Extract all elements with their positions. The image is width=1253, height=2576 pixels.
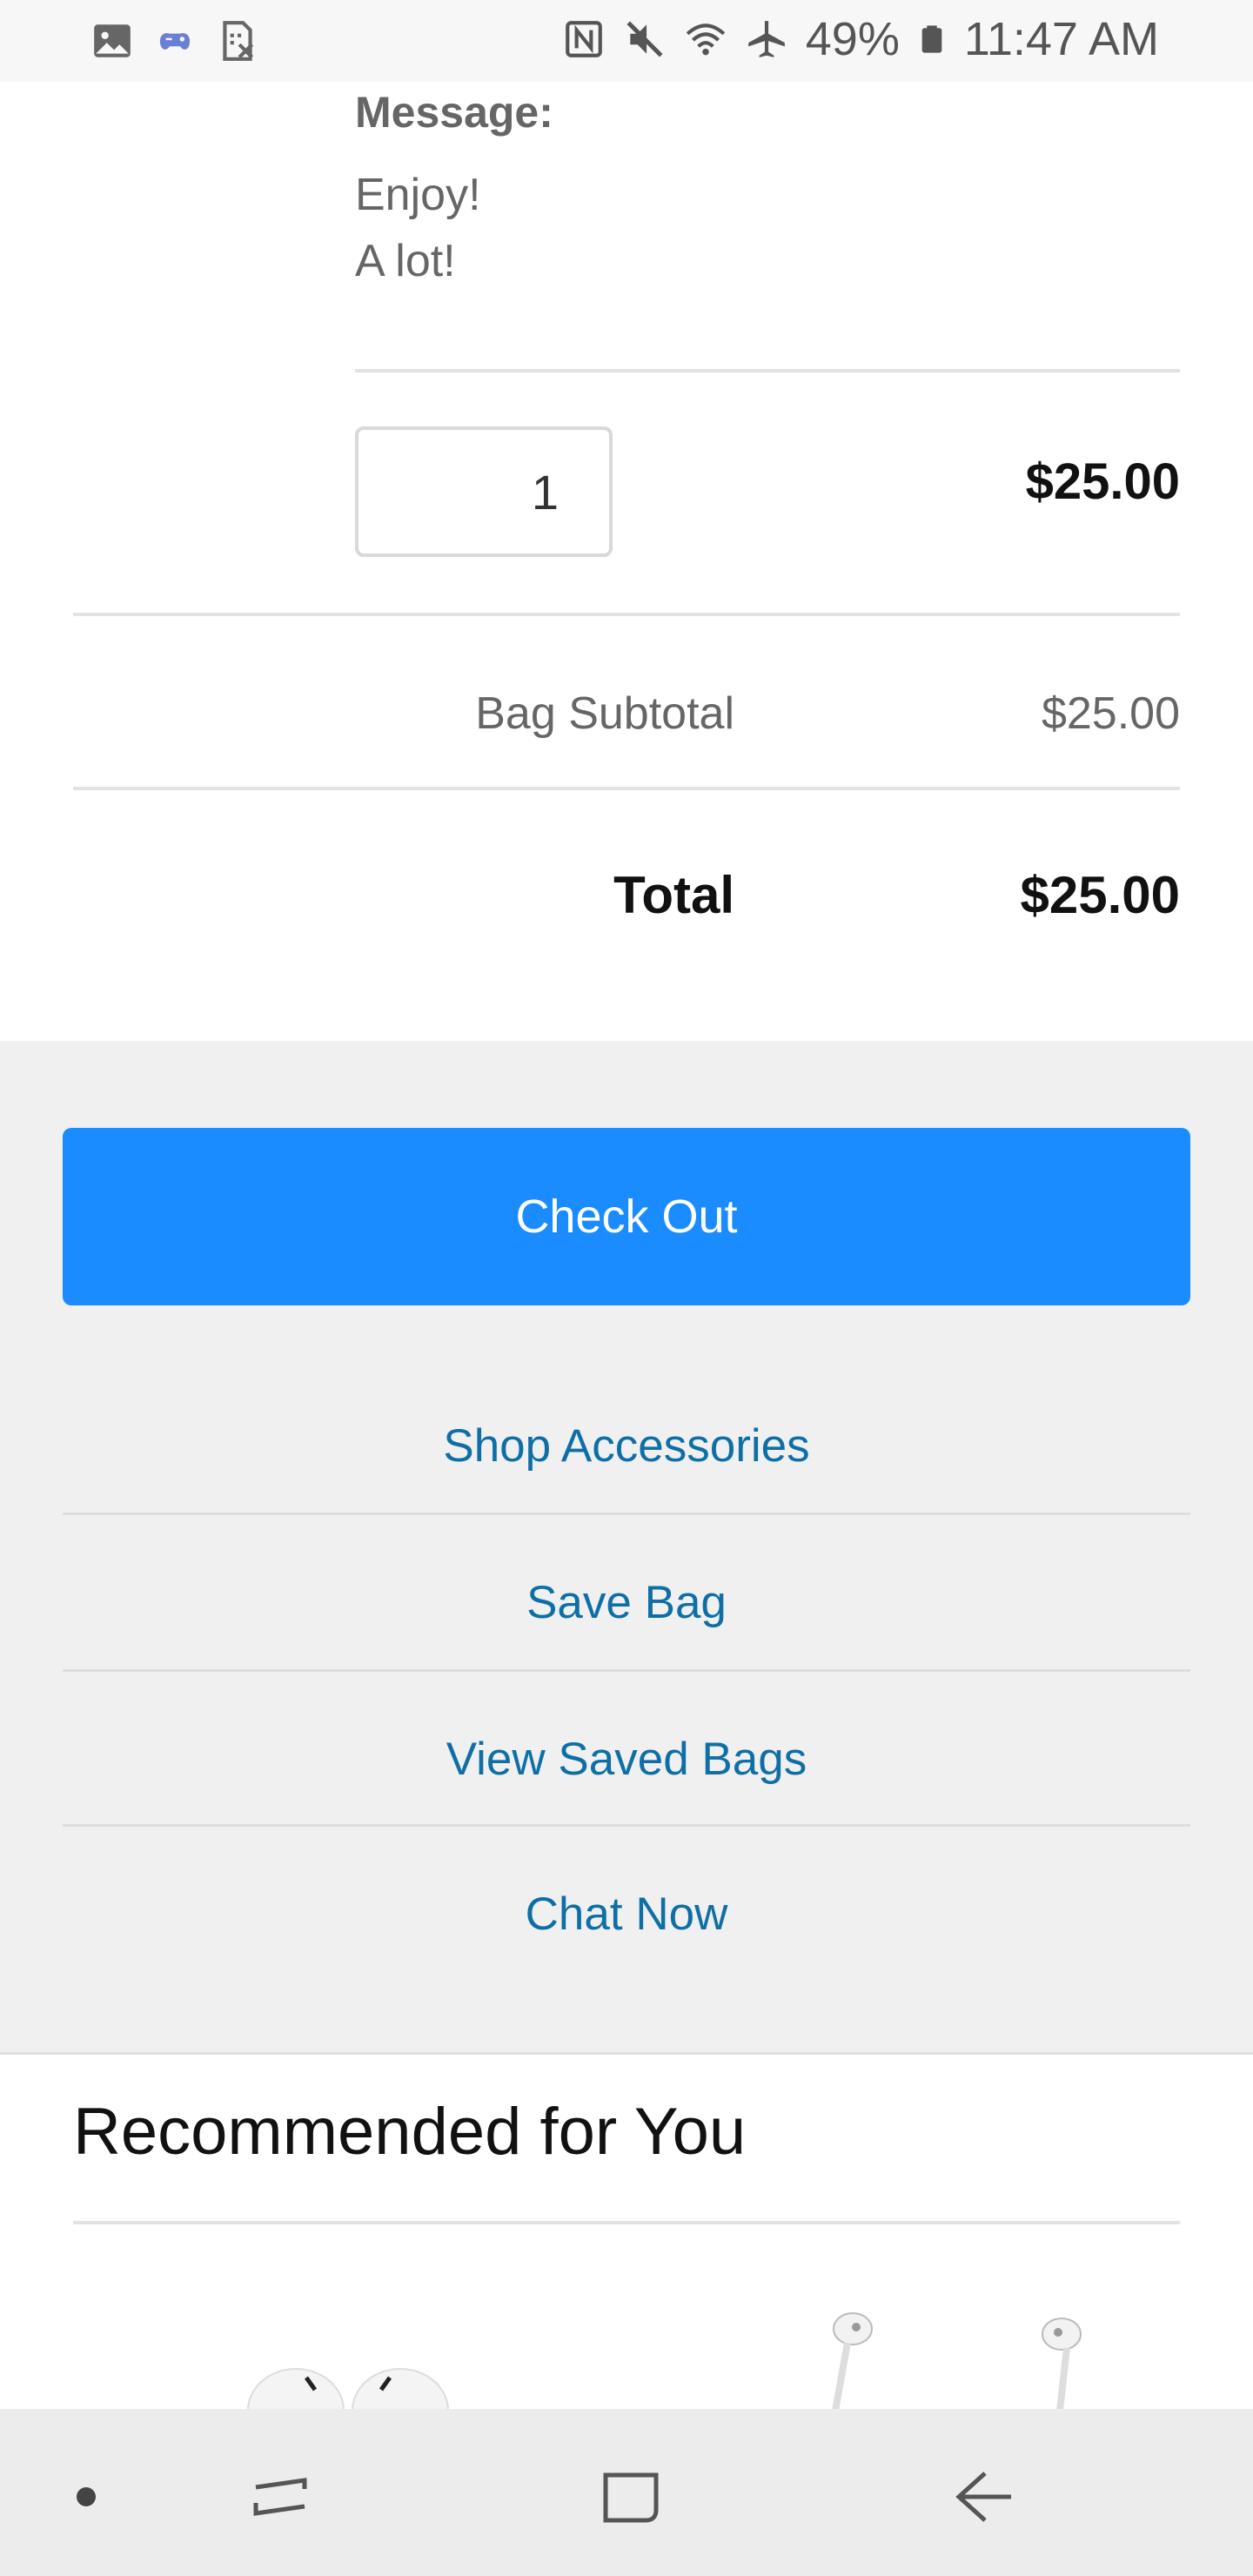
item-price: $25.00 [1025, 453, 1180, 510]
home-icon[interactable] [593, 2458, 672, 2536]
divider [73, 787, 1180, 790]
airpods-image[interactable] [226, 2350, 470, 2411]
divider [355, 369, 1180, 372]
back-icon[interactable] [945, 2458, 1023, 2536]
total-label: Total [613, 866, 734, 924]
divider [63, 1824, 1190, 1827]
navigation-bar [0, 2409, 1253, 2576]
chat-now-link[interactable]: Chat Now [63, 1836, 1190, 1991]
wifi-icon [686, 23, 725, 56]
image-icon [94, 24, 131, 57]
divider [73, 2221, 1180, 2224]
battery-percent: 49% [805, 13, 900, 65]
divider [63, 1669, 1190, 1672]
total-value: $25.00 [1020, 866, 1180, 924]
subtotal-value: $25.00 [1041, 688, 1180, 739]
dot-icon[interactable] [47, 2458, 125, 2536]
checkout-button[interactable]: Check Out [63, 1128, 1190, 1305]
battery-icon [921, 25, 942, 53]
action-panel: Check Out Shop Accessories Save Bag View… [0, 1041, 1253, 2055]
message-line: A lot! [355, 236, 456, 286]
status-right-icons: 49% 11:47 AM [562, 12, 1159, 66]
message-line: Enjoy! [355, 170, 481, 220]
nfc-icon [565, 21, 602, 57]
quantity-input[interactable]: 1 [355, 426, 613, 557]
status-bar: 49% 11:47 AM [0, 0, 1253, 82]
divider [63, 1513, 1190, 1515]
airplane-icon [747, 21, 785, 57]
clock: 11:47 AM [963, 13, 1159, 65]
divider [73, 613, 1180, 616]
mute-icon [626, 21, 663, 57]
shop-accessories-link[interactable]: Shop Accessories [63, 1368, 1190, 1523]
subtotal-label: Bag Subtotal [475, 688, 734, 739]
recommended-title: Recommended for You [73, 2095, 747, 2169]
earpods-image[interactable] [809, 2306, 1105, 2411]
recents-icon[interactable] [244, 2458, 322, 2536]
sim-off-icon [223, 21, 254, 61]
game-controller-icon [159, 33, 191, 50]
status-left-icons [90, 19, 259, 63]
view-saved-bags-link[interactable]: View Saved Bags [63, 1681, 1190, 1836]
save-bag-link[interactable]: Save Bag [63, 1525, 1190, 1680]
message-label: Message: [355, 88, 553, 137]
